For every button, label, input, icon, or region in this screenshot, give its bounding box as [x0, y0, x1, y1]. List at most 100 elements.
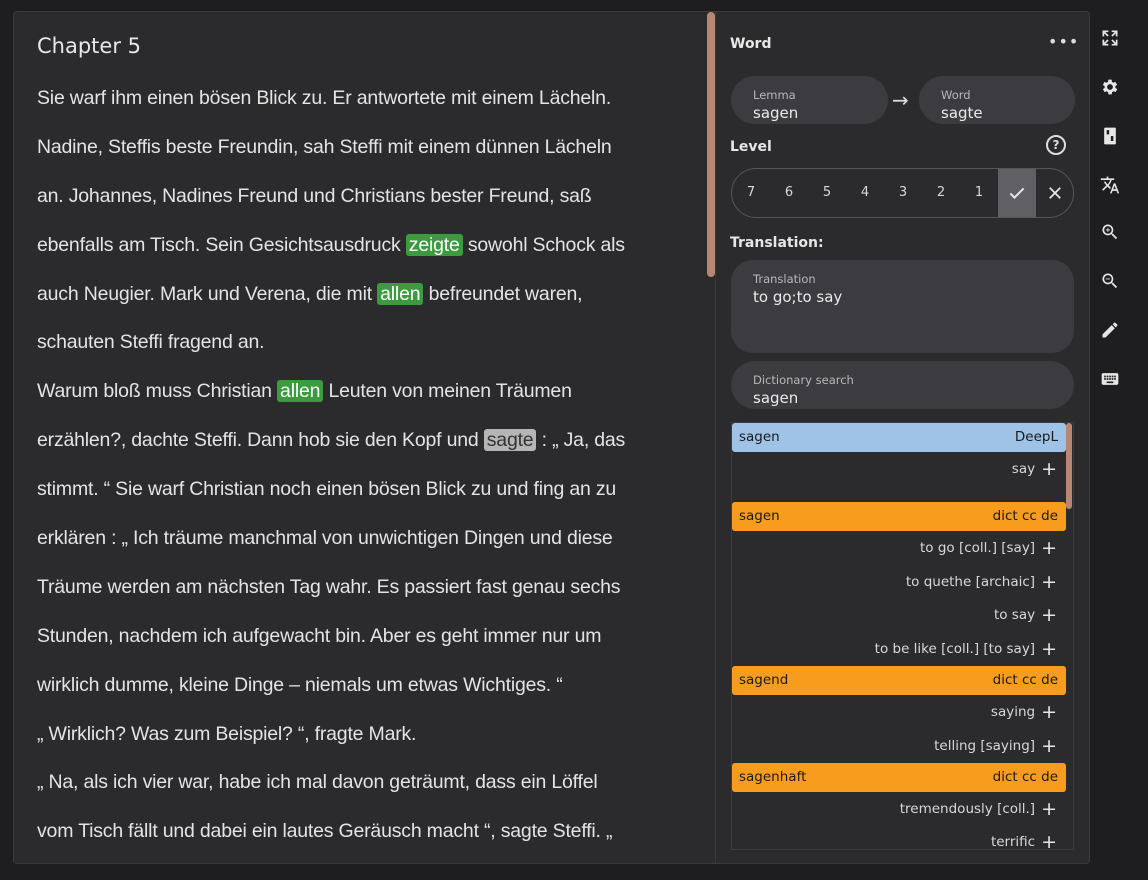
text-line: „ Na, als ich vier war, habe ich mal dav…: [37, 758, 697, 807]
text-line: schauten Steffi fragend an.: [37, 318, 697, 367]
panel-title: Word: [730, 36, 772, 52]
dictionary-header-word: sagen: [739, 507, 780, 524]
dictionary-search-value: sagen: [753, 389, 799, 407]
text-line: erzählen?, dachte Steffi. Dann hob sie d…: [37, 416, 697, 465]
fullscreen-icon[interactable]: [1099, 27, 1121, 49]
text-segment: Leuten von meinen Träumen: [323, 380, 572, 403]
dictionary-icon[interactable]: [1099, 125, 1121, 147]
dictionary-entry-text: telling [saying]: [934, 737, 1036, 754]
word-label: Word: [941, 88, 971, 102]
dictionary-entry: telling [saying] +: [737, 735, 1057, 757]
translation-value: to go;to say: [753, 288, 843, 306]
more-horizontal-icon[interactable]: •••: [1048, 32, 1079, 51]
dictionary-source: DeepL: [1014, 429, 1058, 445]
highlighted-word[interactable]: zeigte: [405, 233, 463, 256]
level-button-1[interactable]: 1: [960, 169, 998, 217]
highlighted-word[interactable]: allen: [277, 380, 324, 403]
text-line: Stunden, nachdem ich aufgewacht bin. Abe…: [37, 612, 697, 661]
level-button-6[interactable]: 6: [770, 169, 808, 217]
text-segment: auch Neugier. Mark und Verena, die mit: [37, 282, 378, 305]
text-line: vom Tisch fällt und dabei ein lautes Ger…: [37, 807, 697, 856]
level-button-5[interactable]: 5: [808, 169, 846, 217]
text-segment: an. Johannes, Nadines Freund und Christi…: [37, 184, 592, 207]
text-line: Träume werden am nächsten Tag wahr. Es p…: [37, 563, 697, 612]
word-field[interactable]: Word sagte: [919, 76, 1075, 124]
text-segment: wirklich dumme, kleine Dinge – niemals u…: [37, 673, 563, 696]
text-segment: „ Na, als ich vier war, habe ich mal dav…: [37, 771, 598, 794]
reader-pane: Chapter 5 Sie warf ihm einen bösen Blick…: [14, 12, 714, 863]
reader-scrollbar[interactable]: [707, 12, 715, 277]
level-button-7[interactable]: 7: [732, 169, 770, 217]
level-button-2[interactable]: 2: [922, 169, 960, 217]
add-icon[interactable]: +: [1041, 537, 1057, 559]
help-icon[interactable]: ?: [1046, 135, 1066, 155]
reader-text: Sie warf ihm einen bösen Blick zu. Er an…: [37, 74, 697, 856]
dictionary-entry-text: to be like [coll.] [to say]: [874, 641, 1036, 658]
text-line: „ Wirklich? Was zum Beispiel? “, fragte …: [37, 710, 697, 759]
text-line: wirklich dumme, kleine Dinge – niemals u…: [37, 661, 697, 710]
zoom-out-icon[interactable]: [1099, 270, 1121, 292]
highlighted-word[interactable]: sagte: [483, 429, 537, 452]
chapter-title: Chapter 5: [37, 34, 141, 58]
text-segment: Sie warf ihm einen bösen Blick zu. Er an…: [37, 87, 612, 109]
dictionary-entry: to quethe [archaic] +: [737, 571, 1057, 593]
text-line: an. Johannes, Nadines Freund und Christi…: [37, 172, 697, 221]
text-segment: stimmt. “ Sie warf Christian noch einen …: [37, 478, 617, 501]
dictionary-entry-text: to go [coll.] [say]: [919, 539, 1036, 556]
dictionary-entry: to be like [coll.] [to say] +: [737, 638, 1057, 660]
dictionary-search-field[interactable]: Dictionary search sagen: [731, 361, 1074, 409]
add-icon[interactable]: +: [1041, 458, 1057, 480]
dictionary-source: dict cc de: [992, 768, 1058, 785]
level-check-button[interactable]: [998, 169, 1036, 217]
add-icon[interactable]: +: [1041, 798, 1057, 820]
word-value: sagte: [941, 104, 983, 122]
settings-icon[interactable]: [1099, 76, 1121, 98]
text-segment: : „ Ja, das: [536, 429, 626, 452]
dictionary-entry: tremendously [coll.] +: [737, 798, 1057, 820]
text-line: Nadine, Steffis beste Freundin, sah Stef…: [37, 123, 697, 172]
level-button-3[interactable]: 3: [884, 169, 922, 217]
text-segment: Nadine, Steffis beste Freundin, sah Stef…: [37, 135, 612, 158]
text-segment: befreundet waren,: [423, 282, 583, 305]
translation-field[interactable]: Translation to go;to say: [731, 260, 1074, 353]
keyboard-icon[interactable]: [1099, 368, 1121, 390]
add-icon[interactable]: +: [1041, 735, 1057, 757]
dictionary-entry-text: to quethe [archaic]: [905, 573, 1036, 590]
dictionary-header: sagen DeepL: [732, 423, 1066, 452]
dictionary-source: dict cc de: [992, 507, 1058, 524]
add-icon[interactable]: +: [1041, 604, 1057, 626]
side-toolbar: [1095, 0, 1148, 880]
level-label: Level: [730, 139, 772, 155]
add-icon[interactable]: +: [1041, 831, 1057, 849]
dictionary-entry: to go [coll.] [say] +: [737, 537, 1057, 559]
text-segment: ebenfalls am Tisch. Sein Gesichtsausdruc…: [37, 233, 406, 256]
lemma-field[interactable]: Lemma sagen: [731, 76, 888, 124]
dictionary-header: sagend dict cc de: [732, 666, 1066, 695]
text-line: erklären : „ Ich träume manchmal von unw…: [37, 514, 697, 563]
dictionary-header: sagen dict cc de: [732, 501, 1066, 531]
level-ignore-button[interactable]: [1036, 169, 1073, 217]
add-icon[interactable]: +: [1041, 571, 1057, 593]
dictionary-results: sagen DeepL say + sagen dict cc de to go [coll…: [731, 422, 1074, 850]
translate-icon[interactable]: [1099, 174, 1121, 196]
zoom-in-icon[interactable]: [1099, 221, 1121, 243]
dictionary-header-word: sagenhaft: [739, 768, 807, 785]
word-panel: Word ••• Lemma sagen → Word sagte Level …: [716, 12, 1089, 863]
highlighter-icon[interactable]: [1099, 319, 1121, 341]
lemma-value: sagen: [753, 104, 799, 122]
translation-label: Translation:: [730, 235, 824, 251]
text-segment: Stunden, nachdem ich aufgewacht bin. Abe…: [37, 624, 602, 647]
text-segment: Träume werden am nächsten Tag wahr. Es p…: [37, 575, 621, 598]
add-icon[interactable]: +: [1041, 701, 1057, 723]
dictionary-search-label: Dictionary search: [753, 373, 854, 387]
dictionary-entry: terrific +: [737, 831, 1057, 849]
level-button-4[interactable]: 4: [846, 169, 884, 217]
dictionary-header-word: sagen: [739, 429, 780, 445]
dictionary-scrollbar[interactable]: [1066, 423, 1072, 509]
text-segment: schauten Steffi fragend an.: [37, 331, 265, 354]
text-segment: sowohl Schock als: [462, 233, 625, 256]
text-segment: erzählen?, dachte Steffi. Dann hob sie d…: [37, 429, 484, 452]
add-icon[interactable]: +: [1041, 638, 1057, 660]
highlighted-word[interactable]: allen: [377, 282, 424, 305]
arrow-right-icon: →: [892, 88, 909, 112]
